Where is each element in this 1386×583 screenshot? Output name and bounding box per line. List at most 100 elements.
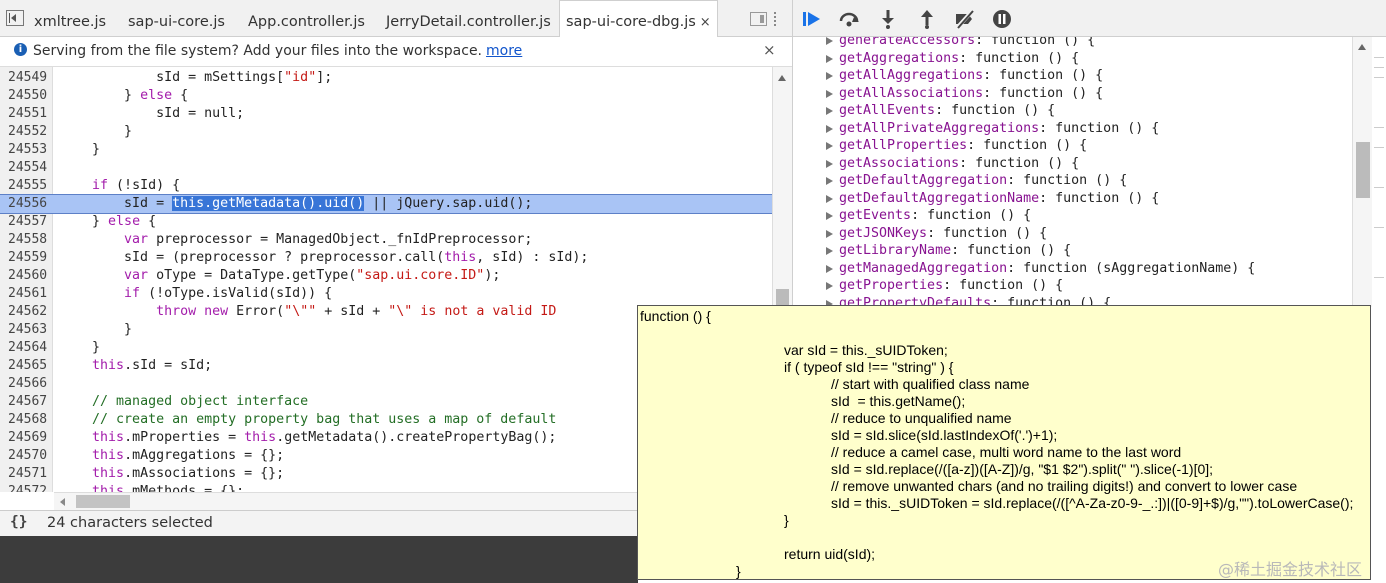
scope-property[interactable]: getAggregations: function () {: [826, 50, 1079, 68]
line-number[interactable]: 24563: [8, 321, 52, 339]
expand-triangle-icon[interactable]: [826, 89, 833, 98]
line-number[interactable]: 24572: [8, 483, 52, 492]
code-token: this: [244, 430, 277, 445]
expand-triangle-icon[interactable]: [826, 159, 833, 168]
expand-triangle-icon[interactable]: [826, 124, 833, 133]
scroll-up-icon[interactable]: [778, 75, 786, 81]
expand-triangle-icon[interactable]: [826, 72, 833, 80]
code-token: throw new: [156, 304, 229, 319]
line-number[interactable]: 24565: [8, 357, 52, 375]
expand-triangle-icon[interactable]: [826, 194, 833, 203]
debugger-sidebar-toggle-icon[interactable]: [750, 12, 767, 26]
code-line[interactable]: 24552 }: [0, 123, 772, 141]
expand-triangle-icon[interactable]: [826, 107, 833, 115]
line-number[interactable]: 24557: [8, 213, 52, 231]
scope-property[interactable]: getAllAssociations: function () {: [826, 85, 1103, 103]
scope-vertical-scrollbar[interactable]: [1352, 37, 1372, 307]
line-number[interactable]: 24562: [8, 303, 52, 321]
navigator-toggle-icon[interactable]: [6, 10, 24, 26]
line-number[interactable]: 24550: [8, 87, 52, 105]
line-number[interactable]: 24549: [8, 69, 52, 87]
line-number[interactable]: 24555: [8, 177, 52, 195]
code-line[interactable]: 24554: [0, 159, 772, 177]
code-line[interactable]: 24557 } else {: [0, 213, 772, 231]
pretty-print-icon[interactable]: {}: [10, 514, 27, 530]
code-line[interactable]: 24560 var oType = DataType.getType("sap.…: [0, 267, 772, 285]
resume-icon[interactable]: [801, 9, 823, 29]
code-token: || jQuery.sap.uid();: [364, 196, 533, 211]
scope-property[interactable]: generateAccessors: function () {: [826, 37, 1095, 50]
scope-property[interactable]: getAllPrivateAggregations: function () {: [826, 120, 1159, 138]
line-number[interactable]: 24560: [8, 267, 52, 285]
tab-sap-ui-core[interactable]: sap-ui-core.js: [128, 0, 225, 37]
scope-property[interactable]: getDefaultAggregation: function () {: [826, 172, 1127, 190]
scroll-left-icon[interactable]: [60, 498, 65, 506]
more-tabs-icon[interactable]: [774, 12, 778, 26]
line-number[interactable]: 24564: [8, 339, 52, 357]
line-number[interactable]: 24569: [8, 429, 52, 447]
line-number[interactable]: 24551: [8, 105, 52, 123]
code-token: {: [140, 214, 157, 229]
scope-property[interactable]: getDefaultAggregationName: function () {: [826, 190, 1159, 208]
pause-on-exceptions-icon[interactable]: [991, 9, 1013, 29]
expand-triangle-icon[interactable]: [826, 54, 833, 63]
code-line[interactable]: 24559 sId = (preprocessor ? preprocessor…: [0, 249, 772, 267]
expand-triangle-icon[interactable]: [826, 142, 833, 150]
expand-triangle-icon[interactable]: [826, 229, 833, 238]
code-token: .mMethods = {};: [124, 484, 245, 492]
scrollbar-thumb[interactable]: [76, 495, 130, 508]
scope-property[interactable]: getJSONKeys: function () {: [826, 225, 1047, 243]
code-line-highlighted[interactable]: 24556 sId = this.getMetadata().uid() || …: [0, 194, 772, 214]
expand-triangle-icon[interactable]: [826, 264, 833, 273]
step-out-icon[interactable]: [916, 9, 938, 29]
line-number[interactable]: 24571: [8, 465, 52, 483]
scroll-up-icon[interactable]: [1358, 44, 1366, 50]
line-number[interactable]: 24567: [8, 393, 52, 411]
tab-xmltree[interactable]: xmltree.js: [34, 0, 106, 37]
code-line[interactable]: 24561 if (!oType.isValid(sId)) {: [0, 285, 772, 303]
line-number[interactable]: 24559: [8, 249, 52, 267]
expand-triangle-icon[interactable]: [826, 247, 833, 255]
scope-property[interactable]: getAssociations: function () {: [826, 155, 1079, 173]
deactivate-breakpoints-icon[interactable]: [954, 9, 976, 29]
line-number[interactable]: 24553: [8, 141, 52, 159]
step-into-icon[interactable]: [877, 9, 899, 29]
line-number[interactable]: 24570: [8, 447, 52, 465]
line-number[interactable]: 24554: [8, 159, 52, 177]
scrollbar-thumb[interactable]: [1356, 142, 1370, 198]
scope-property[interactable]: getProperties: function () {: [826, 277, 1063, 295]
code-line[interactable]: 24553 }: [0, 141, 772, 159]
scope-property[interactable]: getAllEvents: function () {: [826, 102, 1055, 120]
code-line[interactable]: 24549 sId = mSettings["id"];: [0, 69, 772, 87]
popover-source-line: sId = sId.replace(/([a-z])([A-Z])/g, "$1…: [831, 461, 1214, 477]
line-number[interactable]: 24556: [8, 195, 52, 213]
line-number[interactable]: 24558: [8, 231, 52, 249]
expand-triangle-icon[interactable]: [826, 212, 833, 220]
code-line[interactable]: 24551 sId = null;: [0, 105, 772, 123]
scope-property[interactable]: getEvents: function () {: [826, 207, 1031, 225]
scope-property[interactable]: getAllAggregations: function () {: [826, 67, 1103, 85]
step-over-icon[interactable]: [838, 9, 860, 29]
code-line[interactable]: 24555 if (!sId) {: [0, 177, 772, 195]
editor-tab-bar: xmltree.js sap-ui-core.js App.controller…: [0, 0, 792, 37]
code-line[interactable]: 24558 var preprocessor = ManagedObject._…: [0, 231, 772, 249]
scope-property[interactable]: getAllProperties: function () {: [826, 137, 1087, 155]
popover-source-line: // start with qualified class name: [831, 376, 1030, 392]
tab-app-controller[interactable]: App.controller.js: [248, 0, 365, 37]
infobar-close-icon[interactable]: ×: [763, 41, 776, 59]
code-line[interactable]: 24550 } else {: [0, 87, 772, 105]
line-number[interactable]: 24568: [8, 411, 52, 429]
more-link[interactable]: more: [486, 43, 522, 59]
tab-sap-ui-core-dbg[interactable]: sap-ui-core-dbg.js ×: [559, 0, 718, 37]
expand-triangle-icon[interactable]: [826, 282, 833, 290]
tab-jerrydetail-controller[interactable]: JerryDetail.controller.js: [386, 0, 551, 37]
expand-triangle-icon[interactable]: [826, 177, 833, 185]
scope-property[interactable]: getLibraryName: function () {: [826, 242, 1071, 260]
expand-triangle-icon[interactable]: [826, 37, 833, 45]
scope-property[interactable]: getManagedAggregation: function (sAggreg…: [826, 260, 1255, 278]
line-number[interactable]: 24552: [8, 123, 52, 141]
property-name: getProperties: [839, 278, 944, 293]
line-number[interactable]: 24561: [8, 285, 52, 303]
line-number[interactable]: 24566: [8, 375, 52, 393]
